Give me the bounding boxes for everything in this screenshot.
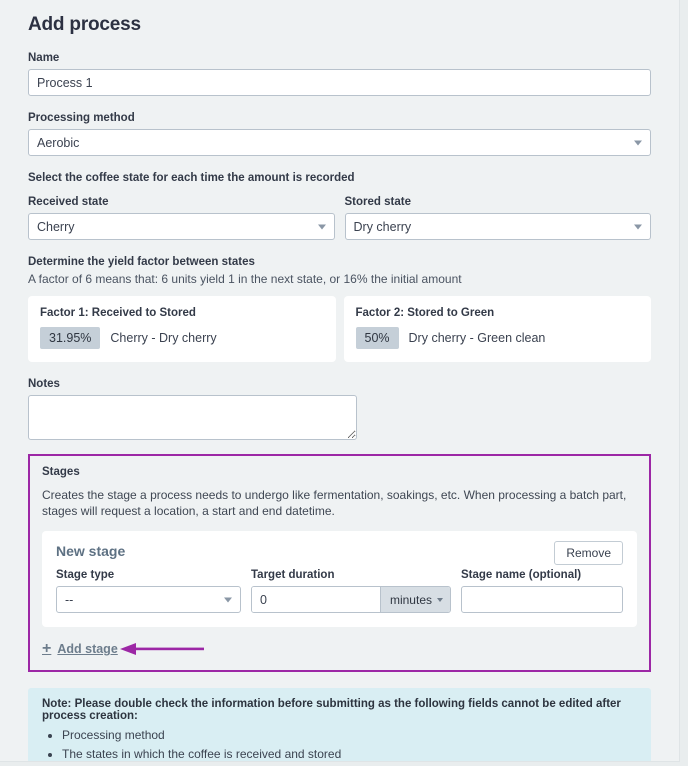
new-stage-card: New stage Remove Stage type -- Target du… — [42, 531, 637, 628]
stored-state-group: Stored state Dry cherry — [344, 196, 651, 240]
info-note-list: Processing method The states in which th… — [42, 726, 637, 761]
stage-name-group: Stage name (optional) — [461, 569, 623, 614]
factor-title: Factor 2: Stored to Green — [355, 307, 495, 319]
stage-name-input[interactable] — [461, 586, 623, 614]
yield-factor-heading: Determine the yield factor between state… — [28, 256, 255, 268]
target-duration-input[interactable] — [252, 587, 380, 613]
processing-method-label: Processing method — [28, 112, 135, 124]
name-field-group: Name — [28, 52, 651, 96]
page-title: Add process — [28, 14, 141, 35]
chevron-down-icon — [634, 224, 642, 229]
chevron-down-icon — [437, 597, 443, 602]
factor-description: Cherry - Dry cherry — [110, 331, 217, 345]
factor-percent: 31.95% — [40, 327, 101, 349]
factor-card: Factor 1: Received to Stored 31.95% Cher… — [28, 296, 336, 362]
stage-type-value: -- — [65, 592, 74, 607]
target-duration-control: minutes — [251, 586, 451, 614]
received-state-select[interactable]: Cherry — [28, 213, 335, 240]
notes-group: Notes — [28, 378, 651, 440]
target-duration-label: Target duration — [251, 569, 335, 582]
add-stage-row: + Add stage — [42, 640, 637, 658]
plus-icon: + — [42, 640, 52, 658]
stage-type-group: Stage type -- — [56, 569, 241, 614]
processing-method-value: Aerobic — [37, 135, 80, 150]
list-item: The states in which the coffee is receiv… — [62, 745, 637, 761]
duration-unit-select[interactable]: minutes — [379, 587, 450, 613]
stages-section: Stages Creates the stage a process needs… — [28, 454, 651, 673]
stages-heading: Stages — [42, 466, 80, 478]
stage-type-label: Stage type — [56, 569, 115, 582]
stage-type-select[interactable]: -- — [56, 586, 241, 614]
factor-percent: 50% — [355, 327, 399, 349]
stored-state-select[interactable]: Dry cherry — [344, 213, 651, 240]
stored-state-value: Dry cherry — [353, 219, 412, 234]
notes-label: Notes — [28, 378, 60, 390]
received-state-label: Received state — [28, 196, 109, 208]
info-note-box: Note: Please double check the informatio… — [28, 688, 651, 761]
factor-description: Dry cherry - Green clean — [408, 331, 546, 345]
chevron-down-icon — [634, 140, 642, 145]
processing-method-select[interactable]: Aerobic — [28, 129, 651, 156]
name-input[interactable] — [28, 69, 651, 96]
coffee-states-heading: Select the coffee state for each time th… — [28, 172, 355, 184]
list-item: Processing method — [62, 726, 637, 745]
add-stage-label: Add stage — [57, 642, 118, 657]
stored-state-label: Stored state — [344, 196, 411, 208]
info-note-title: Note: Please double check the informatio… — [42, 698, 621, 723]
factor-title: Factor 1: Received to Stored — [40, 307, 196, 319]
left-arrow-annotation-icon — [120, 643, 204, 656]
stages-description: Creates the stage a process needs to und… — [42, 488, 627, 519]
chevron-down-icon — [317, 224, 326, 229]
yield-factor-section: Determine the yield factor between state… — [28, 256, 651, 362]
factor-card: Factor 2: Stored to Green 50% Dry cherry… — [343, 296, 651, 362]
received-state-value: Cherry — [37, 219, 75, 234]
stage-name-label: Stage name (optional) — [461, 569, 582, 582]
duration-unit-value: minutes — [389, 592, 432, 607]
yield-factor-description: A factor of 6 means that: 6 units yield … — [28, 272, 462, 286]
add-process-page: Add process Name Processing method Aerob… — [0, 0, 680, 762]
coffee-states-section: Select the coffee state for each time th… — [28, 172, 651, 240]
notes-textarea[interactable] — [28, 395, 357, 440]
target-duration-group: Target duration minutes — [251, 569, 451, 614]
add-stage-link[interactable]: + Add stage — [42, 641, 118, 657]
chevron-down-icon — [224, 597, 232, 603]
remove-stage-button[interactable]: Remove — [554, 541, 623, 566]
name-label: Name — [28, 52, 60, 64]
new-stage-title: New stage — [56, 543, 126, 560]
processing-method-group: Processing method Aerobic — [28, 112, 651, 156]
received-state-group: Received state Cherry — [28, 196, 335, 240]
